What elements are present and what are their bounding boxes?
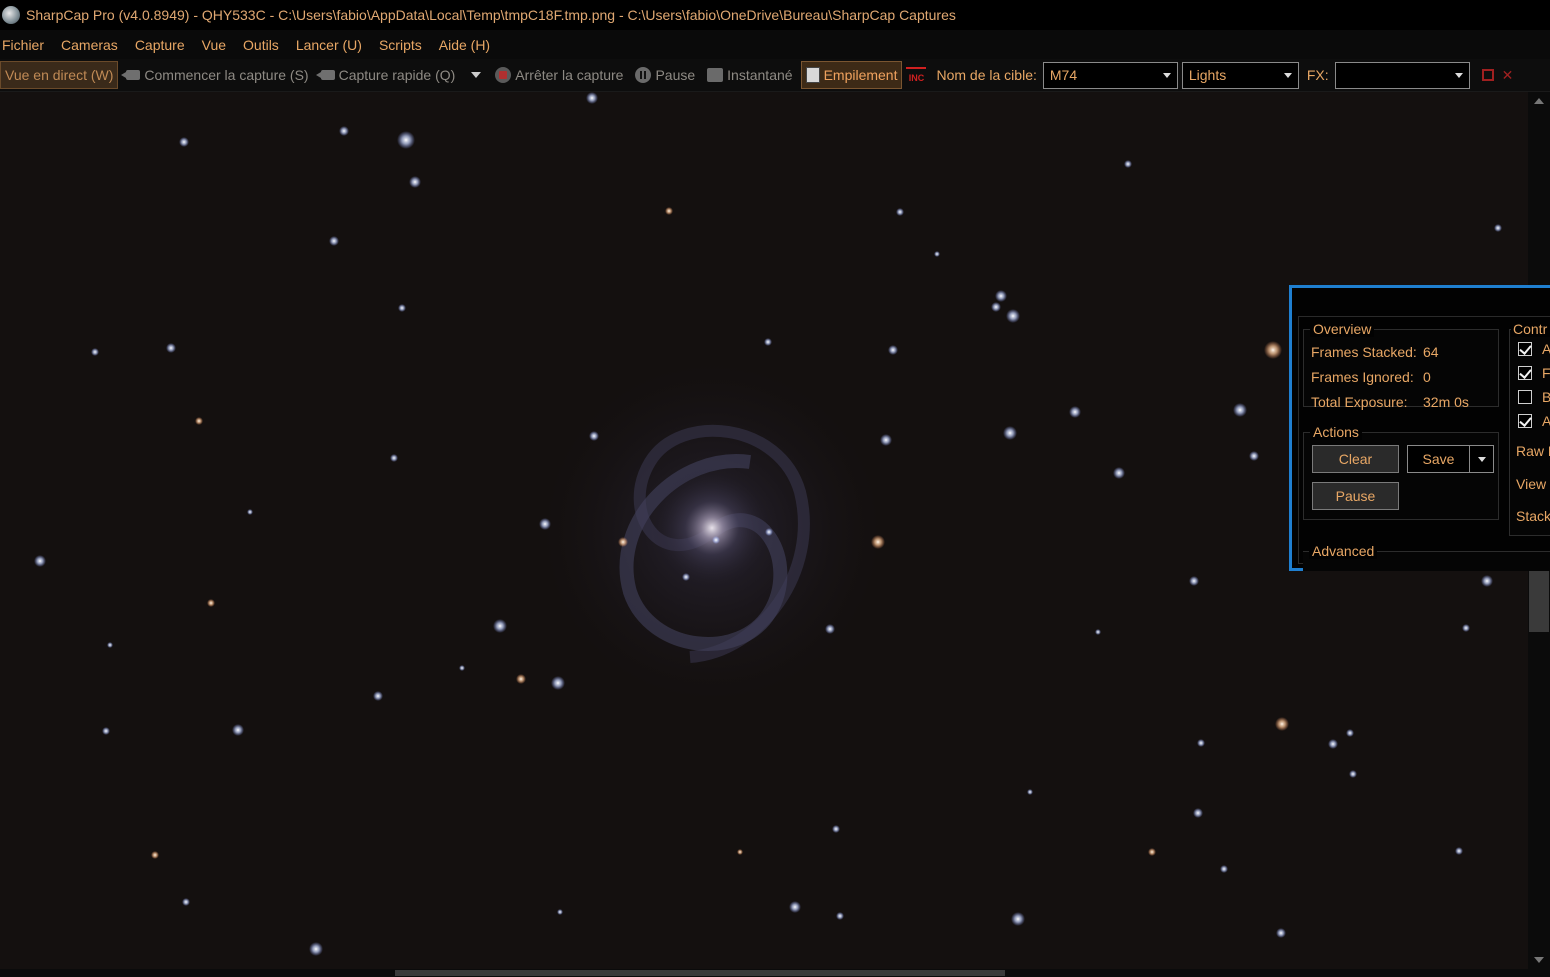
target-name-combo[interactable]: M74 [1042,61,1178,89]
start-capture-label: Commencer la capture (S) [144,67,309,83]
horizontal-scroll-thumb[interactable] [395,970,1005,976]
fx-label: FX: [1306,67,1329,83]
view-label: View [1516,476,1547,492]
menu-bar: Fichier Cameras Capture Vue Outils Lance… [0,30,1550,59]
fx-combo[interactable] [1334,61,1470,89]
controls-group: Contr Al FW Br Ad Raw F View Stacki [1509,321,1550,536]
chevron-down-icon [1283,72,1292,78]
frames-ignored-label: Frames Ignored: [1311,369,1414,385]
video-camera-icon [315,70,335,80]
clear-button-label: Clear [1338,451,1373,467]
start-capture-button[interactable]: Commencer la capture (S) [121,61,312,89]
live-view-button[interactable]: Vue en direct (W) [0,61,119,89]
pause-icon [635,67,652,83]
pause-stacking-button-label: Pause [1335,488,1376,504]
overview-group: Overview Frames Stacked: 64 Frames Ignor… [1303,321,1499,410]
raw-frames-label: Raw F [1516,443,1550,459]
control-checkbox-1-label: Al [1542,341,1550,357]
inc-icon-text: INC [908,73,925,83]
quick-capture-dropdown-icon[interactable] [471,72,482,78]
sharpcap-app-icon [2,6,20,24]
scroll-up-icon[interactable] [1534,98,1544,104]
snapshot-icon [707,68,724,82]
frame-type-value: Lights [1188,67,1227,83]
control-checkbox-4-label: Ad [1542,413,1550,429]
save-button-label: Save [1422,451,1455,467]
target-name-value: M74 [1049,67,1078,83]
menu-fichier[interactable]: Fichier [0,37,52,53]
control-checkbox-2-label: FW [1542,365,1550,381]
live-stacking-panel-body: Overview Frames Stacked: 64 Frames Ignor… [1298,316,1550,571]
save-button[interactable]: Save [1407,445,1470,473]
chevron-down-icon [1454,72,1463,78]
save-options-dropdown[interactable] [1469,445,1494,473]
menu-capture[interactable]: Capture [133,37,193,53]
vertical-scroll-thumb[interactable] [1529,562,1549,632]
overview-title: Overview [1310,321,1375,337]
actions-title: Actions [1310,424,1362,440]
roi-square-icon[interactable] [1481,69,1494,81]
sequence-increment-icon[interactable]: INC [906,67,927,83]
live-view-label: Vue en direct (W) [5,67,114,83]
menu-outils[interactable]: Outils [241,37,287,53]
live-stacking-panel: Overview Frames Stacked: 64 Frames Ignor… [1289,285,1550,571]
stacking-label: Empilement [823,67,898,83]
target-name-label: Nom de la cible: [936,67,1037,83]
capture-toolbar: Vue en direct (W) Commencer la capture (… [0,59,1550,92]
chevron-down-icon [1162,72,1171,78]
actions-group: Actions Clear Save Pause [1303,424,1499,520]
snapshot-label: Instantané [727,67,793,83]
controls-title: Contr [1511,321,1550,337]
horizontal-scrollbar[interactable] [0,969,1550,977]
quick-capture-button[interactable]: Capture rapide (Q) [315,61,460,89]
stacking-button[interactable]: Empilement [800,61,903,89]
control-checkbox-3-label: Br [1542,389,1550,405]
close-icon[interactable]: ✕ [1502,67,1514,84]
stacking-mode-label: Stacki [1516,508,1550,524]
menu-vue[interactable]: Vue [200,37,234,53]
frames-stacked-label: Frames Stacked: [1311,344,1417,360]
frames-stacked-value: 64 [1423,344,1439,360]
control-checkbox-3[interactable] [1518,390,1532,404]
pause-button[interactable]: Pause [631,61,699,89]
control-checkbox-2[interactable] [1518,366,1532,380]
pause-label: Pause [655,67,696,83]
stacking-icon [805,67,820,83]
video-camera-icon [121,70,141,80]
total-exposure-label: Total Exposure: [1311,394,1408,410]
frame-type-combo[interactable]: Lights [1181,61,1299,89]
advanced-title[interactable]: Advanced [1309,543,1378,559]
pause-stacking-button[interactable]: Pause [1312,482,1399,510]
clear-button[interactable]: Clear [1312,445,1399,473]
stop-capture-label: Arrêter la capture [515,67,624,83]
menu-cameras[interactable]: Cameras [59,37,126,53]
menu-lancer[interactable]: Lancer (U) [294,37,370,53]
control-checkbox-1[interactable] [1518,342,1532,356]
window-title: SharpCap Pro (v4.0.8949) - QHY533C - C:\… [26,7,956,23]
stop-capture-button[interactable]: Arrêter la capture [491,61,627,89]
menu-aide[interactable]: Aide (H) [437,37,498,53]
title-bar: SharpCap Pro (v4.0.8949) - QHY533C - C:\… [0,0,1550,30]
control-checkbox-4[interactable] [1518,414,1532,428]
advanced-expander[interactable]: Advanced [1303,543,1550,571]
quick-capture-label: Capture rapide (Q) [338,67,456,83]
total-exposure-value: 32m 0s [1423,394,1469,410]
chevron-down-icon [1477,456,1486,462]
scroll-down-icon[interactable] [1534,957,1544,963]
menu-scripts[interactable]: Scripts [377,37,430,53]
snapshot-button[interactable]: Instantané [703,61,796,89]
stop-icon [495,67,512,83]
frames-ignored-value: 0 [1423,369,1431,385]
